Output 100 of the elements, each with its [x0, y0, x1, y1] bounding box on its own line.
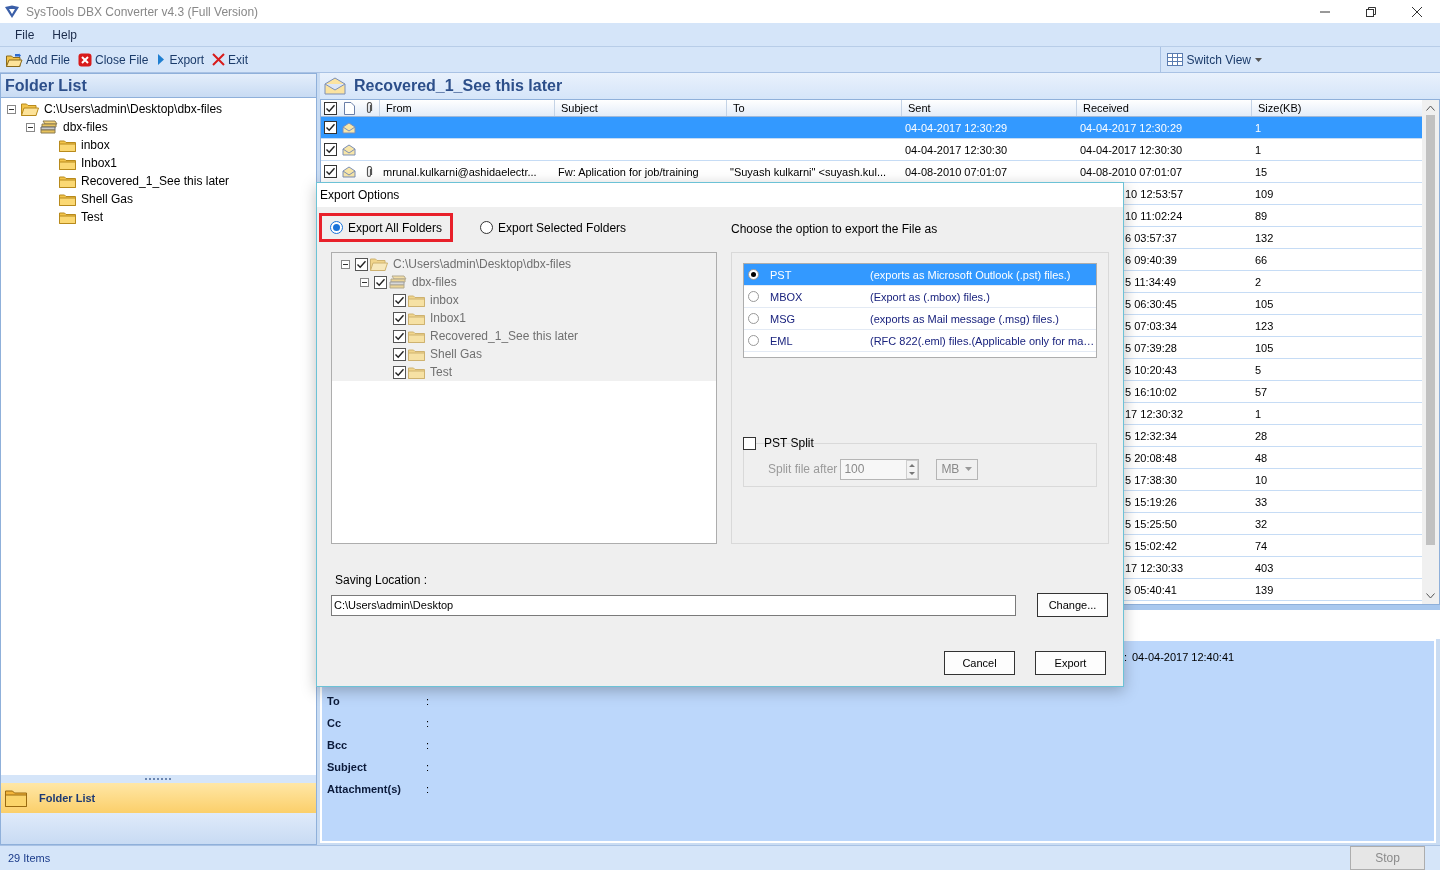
checkbox[interactable] [323, 143, 337, 156]
table-cell-text: mrunal.kulkarni@ashidaelectr... [382, 165, 538, 178]
checkbox[interactable] [743, 436, 756, 450]
change-button[interactable]: Change... [1037, 593, 1108, 617]
toolbar-button[interactable]: Exit [208, 48, 253, 71]
table-cell-text: 139 [1254, 583, 1275, 596]
open-folder-icon [21, 102, 39, 116]
folder-icon [59, 156, 76, 170]
cancel-button[interactable]: Cancel [944, 651, 1015, 675]
colon: : [426, 783, 431, 795]
close-icon [1412, 6, 1422, 17]
table-cell-text: "Suyash kulkarni" <suyash.kul... [729, 165, 888, 178]
table-cell-text: 5 10:20:43 [1124, 363, 1178, 376]
table-cell-text: 132 [1254, 231, 1275, 244]
stacked-folders-icon [40, 120, 58, 134]
tree-item[interactable]: inbox [81, 138, 110, 152]
column-header[interactable]: Sent [901, 100, 1076, 116]
tree-item[interactable]: Inbox1 [81, 156, 118, 170]
checkbox[interactable] [323, 101, 337, 115]
caret-icon [1255, 57, 1262, 62]
folder-icon [408, 311, 425, 325]
toolbar-button[interactable]: Add File [2, 48, 75, 71]
menu-item[interactable]: File [6, 27, 44, 42]
column-header[interactable]: Received [1076, 100, 1251, 116]
dialog-title: Export Options [320, 188, 400, 202]
spinner-arrows-icon[interactable] [906, 459, 919, 479]
column-header[interactable]: Subject [554, 100, 726, 116]
folder-icon [408, 293, 425, 307]
tree-item[interactable]: Recovered_1_See this later [81, 174, 230, 188]
table-cell-text: 10 12:53:57 [1124, 187, 1185, 200]
open-folder-icon [6, 52, 23, 67]
colon: : [426, 695, 431, 707]
toolbar-button[interactable]: Close File [74, 48, 153, 71]
colon: : [1124, 651, 1129, 663]
table-cell-text: 5 16:10:02 [1124, 385, 1178, 398]
folder-icon [59, 174, 76, 188]
table-cell-text: 5 15:19:26 [1124, 495, 1178, 508]
caret-icon [965, 467, 973, 471]
colon: : [426, 739, 431, 751]
restore-icon [1366, 6, 1376, 17]
table-cell-text: 5 06:30:45 [1124, 297, 1178, 310]
folder-list-tab[interactable]: Folder List [1, 783, 316, 813]
collapse-icon[interactable] [7, 104, 16, 114]
checkbox[interactable] [323, 121, 337, 134]
splitter-grip-icon[interactable] [144, 777, 173, 781]
table-cell-text: 5 11:34:49 [1124, 275, 1178, 288]
table-cell-text: 1 [1254, 143, 1263, 156]
table-cell-text: 5 15:02:42 [1124, 539, 1178, 552]
tree-item[interactable]: Test [81, 210, 103, 224]
open-folder-icon [370, 257, 388, 271]
table-cell-text: 10 11:02:24 [1124, 209, 1184, 222]
table-cell-text: 66 [1254, 253, 1269, 266]
item-count: 29 Items [8, 852, 52, 864]
paperclip-icon [365, 102, 373, 114]
folder-icon [408, 329, 425, 343]
table-cell-text: 17 12:30:33 [1124, 561, 1185, 574]
collapse-icon[interactable] [341, 259, 350, 269]
collapse-icon[interactable] [360, 277, 369, 287]
close-icon [78, 52, 93, 67]
tree-item[interactable]: C:\Users\admin\Desktop\dbx-files [44, 102, 223, 116]
paperclip-icon [365, 165, 373, 178]
page-icon [343, 101, 355, 115]
checkbox[interactable] [323, 165, 337, 178]
field-label: Bcc [327, 739, 349, 751]
table-cell-text: 5 05:40:41 [1124, 583, 1178, 596]
table-cell-text: 1 [1254, 121, 1263, 134]
format-prompt: Choose the option to export the File as [731, 221, 939, 238]
export-button[interactable]: Export [1035, 651, 1106, 675]
collapse-icon[interactable] [26, 122, 35, 132]
scroll-down-icon[interactable] [1426, 593, 1435, 599]
switch-view-button[interactable]: Switch View [1159, 46, 1268, 73]
envelope-icon [342, 121, 356, 134]
table-cell-text: 5 07:03:34 [1124, 319, 1178, 332]
tree-item[interactable]: Shell Gas [81, 192, 134, 206]
colon: : [426, 717, 431, 729]
column-header[interactable]: From [379, 100, 554, 116]
field-label: Saving Location : [334, 573, 429, 587]
app-logo-icon [4, 4, 20, 19]
table-cell-text: 04-08-2010 07:01:07 [904, 165, 1009, 178]
scrollbar[interactable] [1422, 100, 1439, 604]
radio-option[interactable]: Export All Folders [319, 213, 454, 242]
scroll-up-icon[interactable] [1426, 105, 1435, 111]
envelope-icon [324, 77, 346, 95]
folder-icon [59, 192, 76, 206]
table-cell-text: 6 03:57:37 [1124, 231, 1178, 244]
menu-item[interactable]: Help [43, 27, 87, 42]
play-arrow-icon [156, 53, 167, 66]
table-cell-text: 5 15:25:50 [1124, 517, 1178, 530]
path-field[interactable]: C:\Users\admin\Desktop [331, 594, 1016, 616]
tree-item[interactable]: dbx-files [63, 120, 108, 134]
radio-option[interactable]: Export Selected Folders [469, 213, 638, 242]
table-cell-text: 04-04-2017 12:30:29 [1079, 121, 1184, 134]
table-cell-text: 48 [1254, 451, 1269, 464]
field-label: Subject [327, 761, 368, 773]
folder-title-text: Recovered_1_See this later [354, 77, 563, 95]
colon: : [426, 761, 431, 773]
toolbar-button[interactable]: Export [152, 48, 209, 71]
column-header[interactable]: To [726, 100, 901, 116]
table-cell-text: 105 [1254, 297, 1275, 310]
folder-icon [59, 138, 76, 152]
